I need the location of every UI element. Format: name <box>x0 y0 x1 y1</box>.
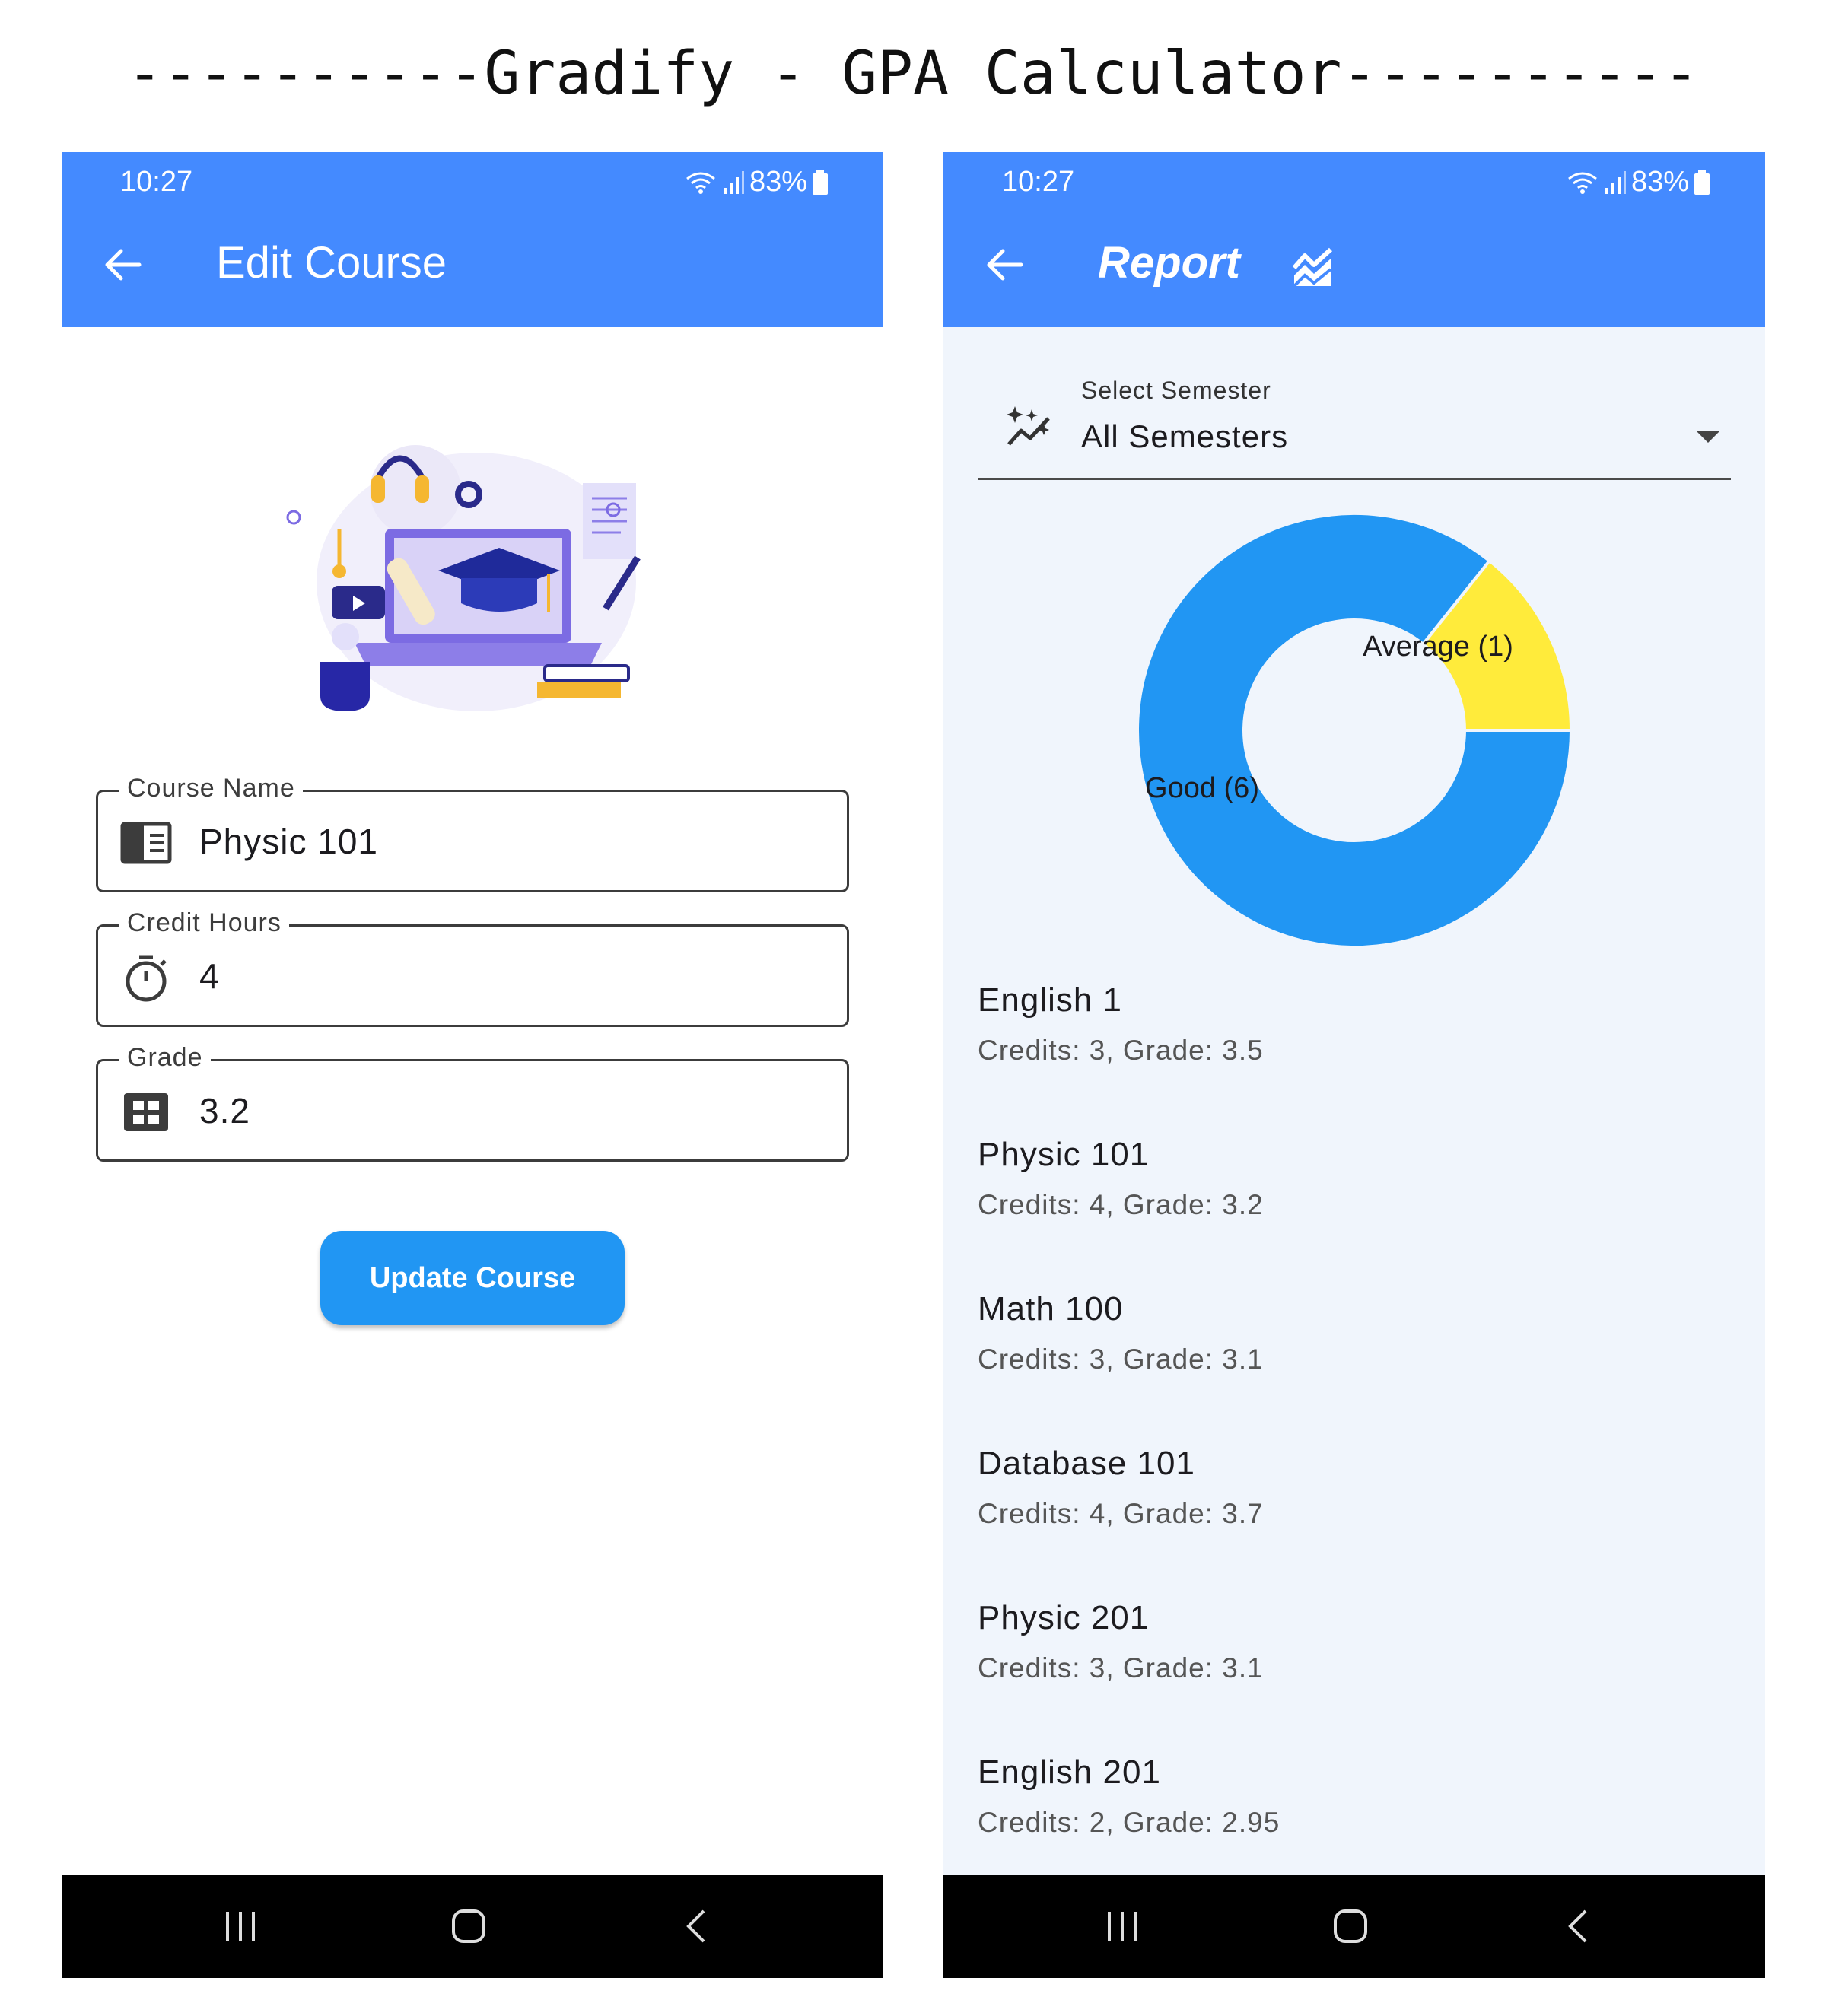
list-item[interactable]: Database 101 Credits: 4, Grade: 3.7 <box>978 1445 1731 1599</box>
course-list: English 1 Credits: 3, Grade: 3.5 Physic … <box>978 981 1731 1908</box>
course-details: Credits: 3, Grade: 3.1 <box>978 1343 1264 1375</box>
semester-select-value[interactable]: All Semesters <box>1081 418 1288 455</box>
status-time: 10:27 <box>120 166 193 198</box>
home-icon[interactable] <box>450 1907 488 1945</box>
list-item[interactable]: Physic 101 Credits: 4, Grade: 3.2 <box>978 1136 1731 1290</box>
semester-select-underline[interactable] <box>978 478 1731 480</box>
battery-icon <box>1694 170 1710 195</box>
course-name-field[interactable]: Course Name Physic 101 <box>96 774 849 892</box>
edit-course-screen: 10:27 83% Edit Course Course Name Physic… <box>62 152 883 1978</box>
chart-icon <box>1292 247 1333 288</box>
report-screen: 10:27 83% Report Select Semester All Sem… <box>943 152 1765 1978</box>
recent-apps-icon[interactable] <box>1103 1907 1141 1945</box>
course-details: Credits: 3, Grade: 3.1 <box>978 1652 1264 1684</box>
donut-label-average: Average (1) <box>1363 631 1513 663</box>
donut-label-good: Good (6) <box>1145 772 1259 804</box>
list-item[interactable]: English 1 Credits: 3, Grade: 3.5 <box>978 981 1731 1136</box>
semester-select-label: Select Semester <box>1081 377 1271 404</box>
wifi-icon <box>686 172 715 194</box>
dropdown-arrow-icon[interactable] <box>1693 428 1723 446</box>
grid-icon <box>124 1093 168 1131</box>
back-arrow-icon[interactable] <box>100 242 145 288</box>
home-icon[interactable] <box>1331 1907 1370 1945</box>
grade-field[interactable]: Grade 3.2 <box>96 1043 849 1162</box>
course-name: English 1 <box>978 981 1123 1019</box>
battery-percent: 83% <box>749 166 807 198</box>
wifi-icon <box>1568 172 1597 194</box>
status-icons: 83% <box>684 166 829 199</box>
battery-icon <box>813 170 828 195</box>
status-time: 10:27 <box>1002 166 1075 198</box>
credit-hours-label: Credit Hours <box>119 908 289 938</box>
book-icon <box>120 822 172 864</box>
screen-title: Report <box>1098 238 1240 288</box>
course-name: Math 100 <box>978 1290 1124 1328</box>
status-icons: 83% <box>1566 166 1710 199</box>
course-details: Credits: 2, Grade: 2.95 <box>978 1807 1280 1838</box>
course-name: English 201 <box>978 1754 1161 1791</box>
recent-apps-icon[interactable] <box>221 1907 259 1945</box>
list-item[interactable]: Physic 201 Credits: 3, Grade: 3.1 <box>978 1599 1731 1754</box>
education-illustration <box>286 445 641 711</box>
grade-distribution-chart: Good (6) Average (1) <box>1136 512 1573 949</box>
app-bar: 10:27 83% Report <box>943 152 1765 327</box>
credit-hours-input[interactable]: 4 <box>199 956 220 997</box>
app-bar: 10:27 83% Edit Course <box>62 152 883 327</box>
course-name: Physic 101 <box>978 1136 1150 1173</box>
signal-icon <box>1605 170 1626 194</box>
system-nav-bar <box>943 1875 1765 1978</box>
course-details: Credits: 4, Grade: 3.2 <box>978 1189 1264 1220</box>
nav-back-icon[interactable] <box>678 1907 716 1945</box>
course-name: Physic 201 <box>978 1599 1150 1636</box>
sparkle-chart-icon <box>1007 406 1050 446</box>
back-arrow-icon[interactable] <box>981 242 1027 288</box>
grade-label: Grade <box>119 1043 211 1073</box>
nav-back-icon[interactable] <box>1560 1907 1598 1945</box>
update-course-button[interactable]: Update Course <box>320 1231 625 1325</box>
course-details: Credits: 4, Grade: 3.7 <box>978 1498 1264 1529</box>
credit-hours-field[interactable]: Credit Hours 4 <box>96 908 849 1027</box>
page-title: ----------Gradify - GPA Calculator------… <box>126 40 1700 108</box>
timer-icon <box>126 955 167 1002</box>
course-name-label: Course Name <box>119 774 303 803</box>
signal-icon <box>723 170 744 194</box>
grade-input[interactable]: 3.2 <box>199 1090 250 1131</box>
course-name-input[interactable]: Physic 101 <box>199 821 378 862</box>
course-details: Credits: 3, Grade: 3.5 <box>978 1035 1264 1066</box>
battery-percent: 83% <box>1630 166 1689 198</box>
screen-title: Edit Course <box>216 238 447 288</box>
list-item[interactable]: Math 100 Credits: 3, Grade: 3.1 <box>978 1290 1731 1445</box>
course-name: Database 101 <box>978 1445 1195 1482</box>
system-nav-bar <box>62 1875 883 1978</box>
